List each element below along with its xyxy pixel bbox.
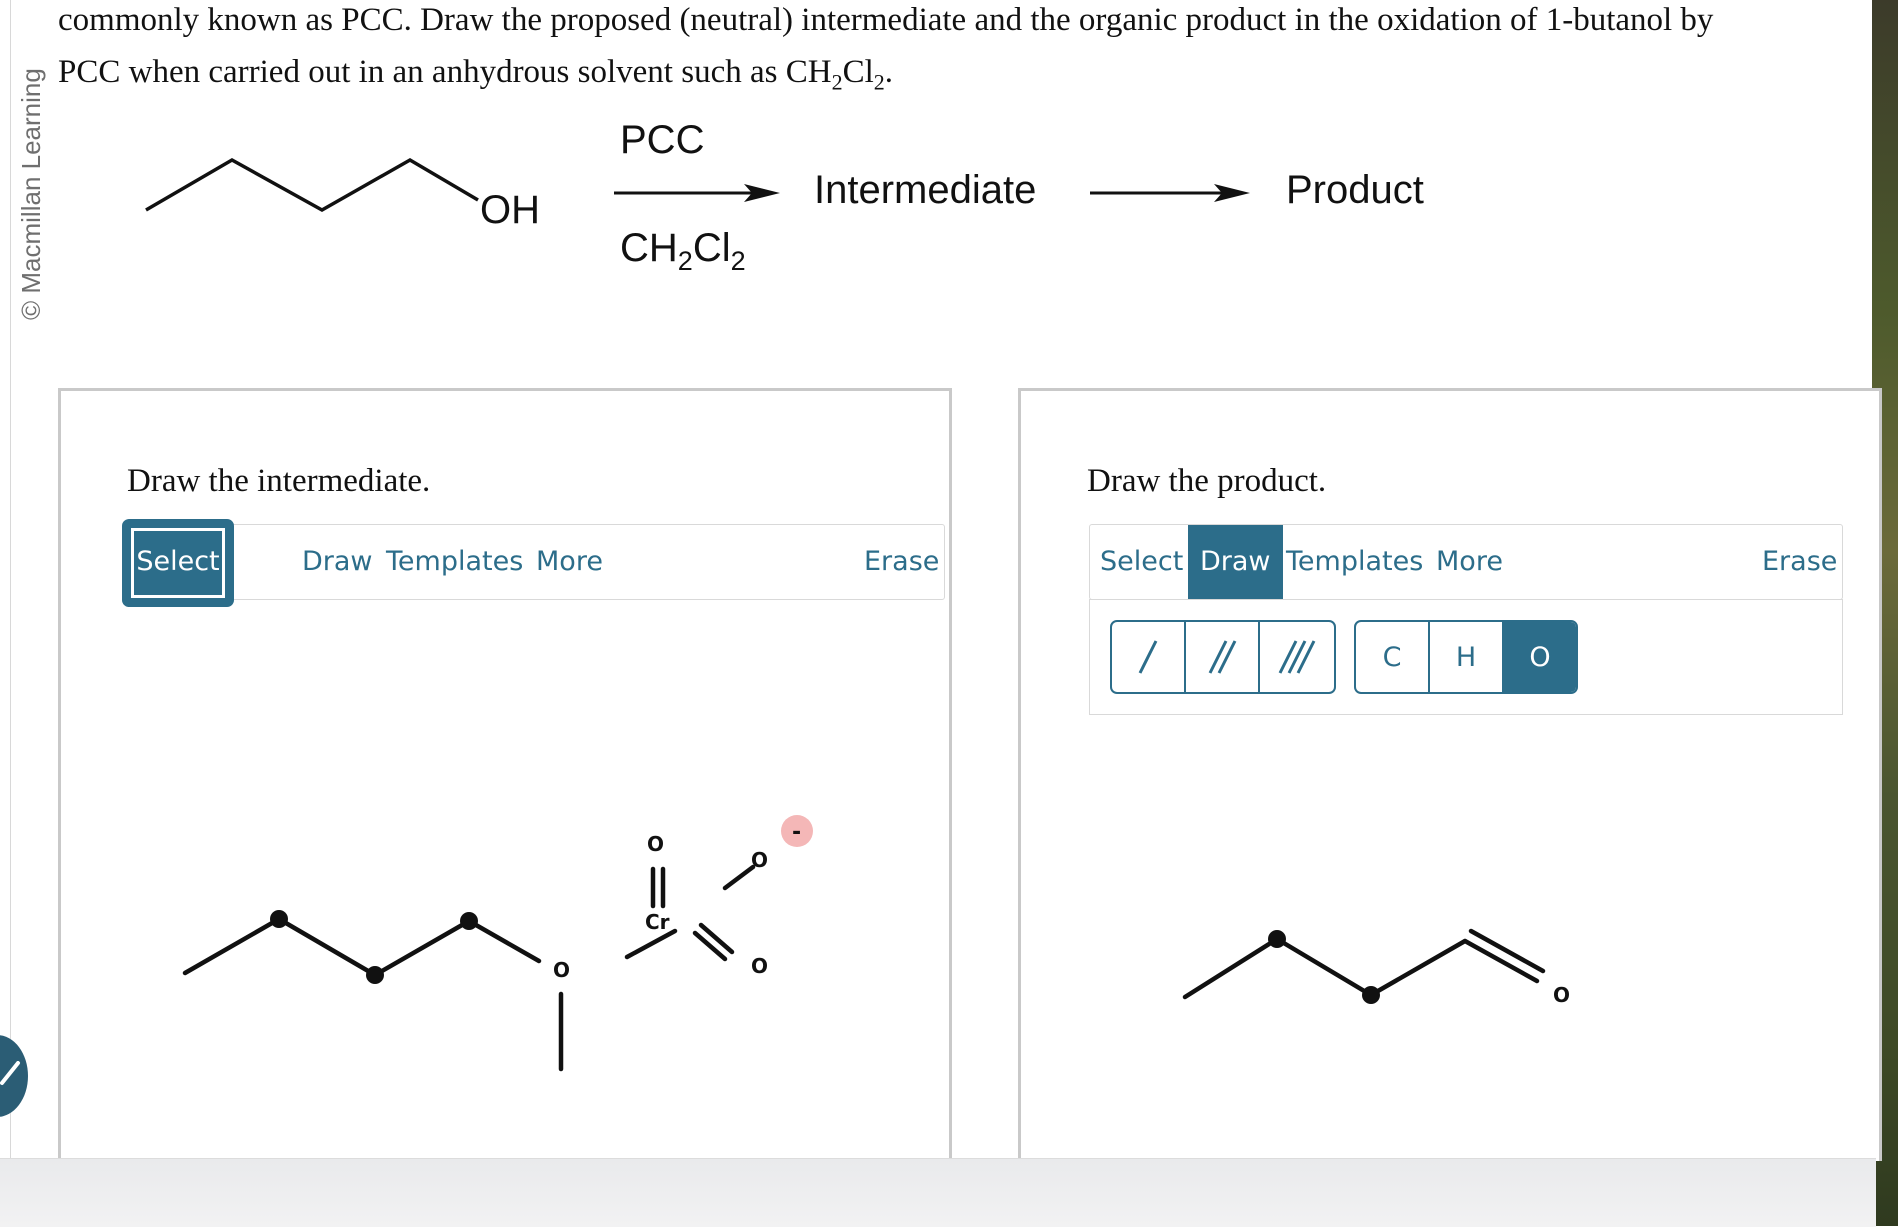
select-tool-button[interactable]: Select bbox=[1100, 525, 1183, 599]
atom-o-bottom-right[interactable]: O bbox=[751, 954, 768, 978]
product-label: Product bbox=[1286, 168, 1424, 212]
reactant-butanol-skeleton bbox=[145, 157, 479, 213]
reactant-oh-label: OH bbox=[480, 188, 540, 232]
atom-tool-group: C H O bbox=[1354, 620, 1578, 694]
draw-subtoolbar: C H O bbox=[1089, 599, 1843, 715]
single-bond-tool[interactable] bbox=[1112, 622, 1186, 692]
erase-button[interactable]: Erase bbox=[1762, 525, 1837, 599]
reaction-arrow-1 bbox=[614, 184, 780, 202]
double-bond-icon bbox=[1208, 640, 1237, 674]
erase-button[interactable]: Erase bbox=[864, 525, 939, 599]
draw-tool-button[interactable]: Draw bbox=[302, 525, 373, 599]
reagent-solvent-label: CH2Cl2 bbox=[620, 226, 746, 276]
atom-o-carbonyl[interactable]: O bbox=[1553, 983, 1570, 1007]
reagent-pcc-label: PCC bbox=[620, 118, 705, 162]
bottom-bar bbox=[0, 1158, 1876, 1227]
product-panel: Draw the product. Select Draw Templates … bbox=[1018, 388, 1882, 1161]
double-bond-tool[interactable] bbox=[1186, 622, 1260, 692]
intermediate-atom-dots bbox=[270, 910, 478, 984]
check-badge[interactable] bbox=[0, 1035, 28, 1117]
chromate-ester-structure bbox=[182, 864, 756, 1072]
product-panel-title: Draw the product. bbox=[1087, 463, 1327, 499]
intermediate-canvas[interactable]: O Cr O O O - bbox=[61, 691, 943, 1161]
select-tool-button[interactable]: Select bbox=[122, 519, 234, 607]
templates-tool-button[interactable]: Templates bbox=[1286, 525, 1423, 599]
atom-cr[interactable]: Cr bbox=[645, 910, 670, 934]
draw-tool-button[interactable]: Draw bbox=[1188, 525, 1283, 599]
intermediate-toolbar: Select Draw Templates More Erase bbox=[122, 519, 945, 607]
atom-o-top[interactable]: O bbox=[647, 832, 664, 856]
intermediate-panel-title: Draw the intermediate. bbox=[127, 463, 431, 499]
atom-tool-h[interactable]: H bbox=[1430, 622, 1504, 692]
atom-tool-c[interactable]: C bbox=[1356, 622, 1430, 692]
atom-o-right[interactable]: O bbox=[751, 848, 768, 872]
negative-charge-label: - bbox=[792, 820, 801, 845]
butanal-structure bbox=[1182, 928, 1546, 1000]
check-icon bbox=[0, 1061, 20, 1085]
more-tool-button[interactable]: More bbox=[536, 525, 603, 599]
triple-bond-icon bbox=[1278, 640, 1316, 674]
reaction-arrow-2 bbox=[1090, 184, 1250, 202]
templates-tool-button[interactable]: Templates bbox=[386, 525, 523, 599]
select-tool-label: Select bbox=[136, 546, 220, 577]
atom-tool-o[interactable]: O bbox=[1504, 622, 1576, 692]
atom-o-ester[interactable]: O bbox=[553, 958, 570, 982]
bond-tool-group bbox=[1110, 620, 1336, 694]
product-canvas[interactable]: O bbox=[1021, 791, 1873, 1161]
more-tool-button[interactable]: More bbox=[1436, 525, 1503, 599]
intermediate-label: Intermediate bbox=[814, 168, 1037, 212]
single-bond-icon bbox=[1138, 640, 1158, 674]
product-toolbar: Select Draw Templates More Erase bbox=[1089, 524, 1843, 600]
intermediate-panel: Draw the intermediate. Select Draw Templ… bbox=[58, 388, 952, 1161]
triple-bond-tool[interactable] bbox=[1260, 622, 1332, 692]
reaction-scheme bbox=[145, 157, 1250, 213]
